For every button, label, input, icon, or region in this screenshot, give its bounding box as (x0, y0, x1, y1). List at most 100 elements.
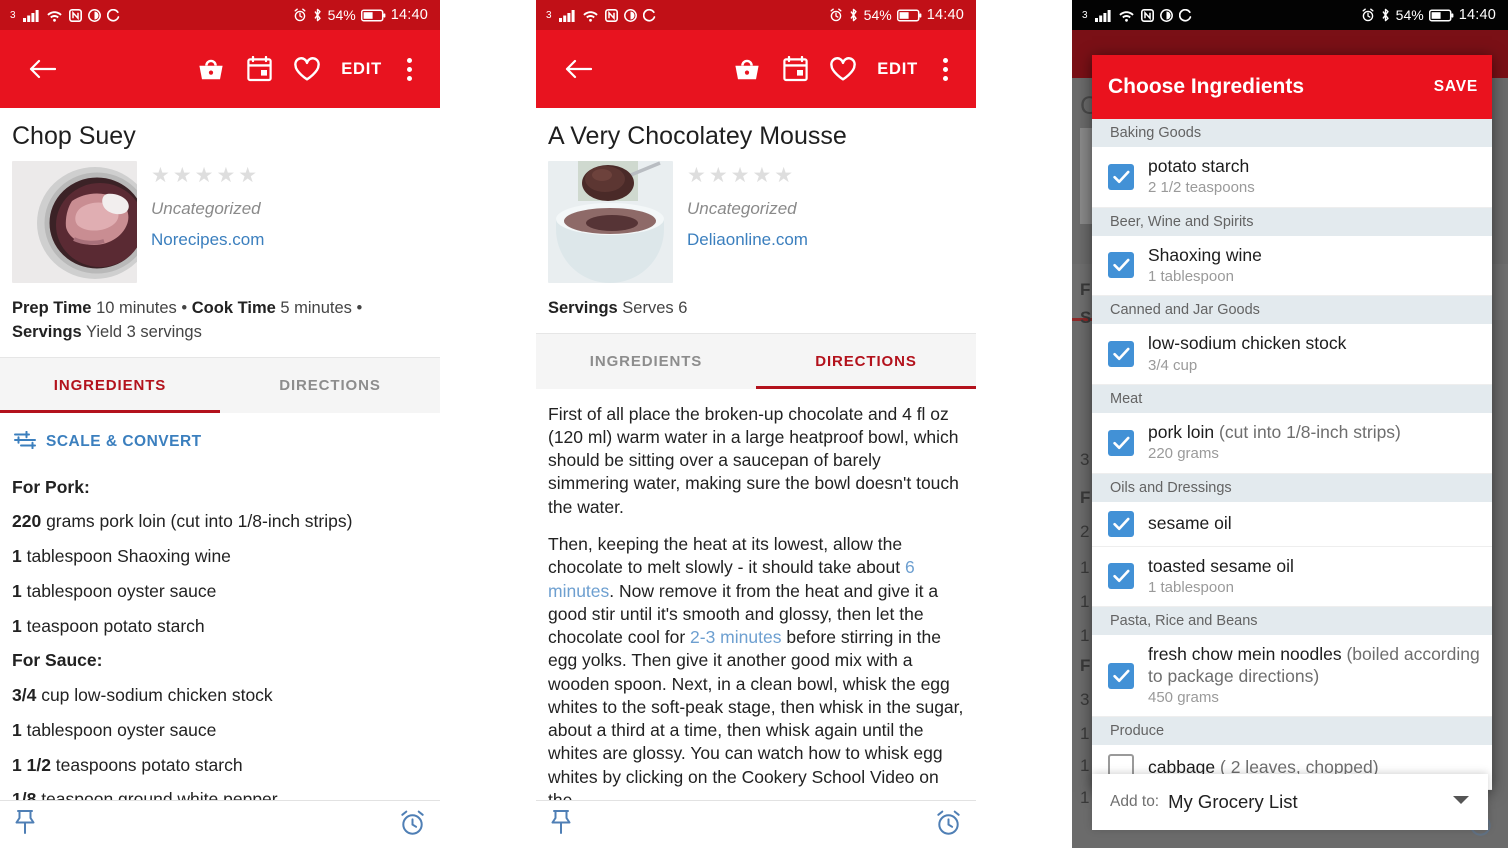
ingredient-checkbox-row[interactable]: Shaoxing wine 1 tablespoon (1092, 235, 1492, 297)
category-header: Pasta, Rice and Beans (1092, 607, 1492, 636)
category-header: Beer, Wine and Spirits (1092, 207, 1492, 236)
prep-time-text: 10 minutes (96, 298, 177, 317)
panel-gap-2 (976, 0, 1072, 848)
save-button[interactable]: SAVE (1434, 78, 1478, 96)
ingredient-item: 1 tablespoon oyster sauce (12, 574, 428, 609)
overflow-menu-icon[interactable] (392, 45, 426, 93)
recipe-content: Chop Suey ★★★★★ Uncategorized Norecipes.… (0, 108, 440, 818)
recipe-thumbnail-chop-suey[interactable] (12, 160, 137, 283)
checkbox-checked-icon[interactable] (1108, 510, 1134, 537)
recipe-hero: ★★★★★ Uncategorized Norecipes.com (0, 160, 440, 283)
page-title: A Very Chocolatey Mousse (548, 122, 847, 150)
direction-text: First of all place the broken-up chocola… (548, 403, 959, 517)
ingredient-checkbox-row[interactable]: low-sodium chicken stock 3/4 cup (1092, 324, 1492, 385)
cook-time-text: 5 minutes (280, 298, 352, 317)
app-bar-2: EDIT (536, 30, 976, 108)
ingredient-name: Shaoxing wine (1148, 244, 1262, 265)
edit-button[interactable]: EDIT (867, 60, 928, 79)
background-text-2: S (1080, 308, 1092, 327)
background-text-8: 1 (1080, 626, 1090, 645)
dialog-title-bar: Choose Ingredients SAVE (1092, 55, 1492, 119)
ingredient-checklist[interactable]: Baking Goods potato starch 2 1/2 teaspoons… (1092, 119, 1492, 790)
status-bar-3: 3 54% 14:40 (1072, 0, 1508, 30)
edit-button[interactable]: EDIT (331, 60, 392, 79)
background-text-1: F (1080, 280, 1091, 299)
rating-stars[interactable]: ★★★★★ (687, 165, 808, 186)
recipe-meta: ★★★★★ Uncategorized Norecipes.com (151, 161, 264, 283)
calendar-icon[interactable] (235, 45, 283, 93)
background-text-3: 3 (1080, 450, 1090, 469)
shopping-basket-icon[interactable] (187, 45, 235, 93)
ingredient-text-block: pork loin (cut into 1/8-inch strips) 220 … (1148, 422, 1401, 464)
data-saver-icon (623, 8, 637, 22)
ingredient-checkbox-row[interactable]: toasted sesame oil 1 tablespoon (1092, 546, 1492, 608)
tune-sliders-icon (14, 430, 36, 454)
category-header: Canned and Jar Goods (1092, 296, 1492, 325)
background-text-13: 1 (1080, 788, 1090, 807)
ingredient-text: tablespoon Shaoxing wine (21, 546, 231, 567)
overflow-menu-icon[interactable] (928, 45, 962, 93)
checkbox-checked-icon[interactable] (1108, 341, 1134, 368)
cook-time-label: Cook Time (191, 298, 276, 317)
rotate-icon (1178, 8, 1192, 22)
ingredient-checkbox-row[interactable]: pork loin (cut into 1/8-inch strips) 220 … (1092, 412, 1492, 474)
alarm-clock-icon[interactable] (399, 809, 426, 841)
pin-icon[interactable] (14, 809, 36, 840)
data-saver-icon (87, 8, 101, 22)
checkbox-checked-icon[interactable] (1108, 163, 1134, 190)
background-text-5: 2 (1080, 522, 1090, 541)
ingredient-checkbox-row[interactable]: sesame oil (1092, 501, 1492, 547)
battery-percent: 54% (327, 7, 356, 23)
pin-icon[interactable] (550, 809, 572, 840)
tab-directions[interactable]: DIRECTIONS (756, 334, 976, 389)
ingredient-checkbox-row[interactable]: potato starch 2 1/2 teaspoons (1092, 147, 1492, 208)
back-arrow-icon[interactable] (554, 45, 602, 93)
status-bar-2: 3 54% 14:40 (536, 0, 976, 30)
recipe-tabs-2: INGREDIENTS DIRECTIONS (536, 332, 976, 389)
ingredient-note: (boiled according to package directions) (1148, 644, 1480, 686)
ingredient-amount: 1 (12, 546, 22, 567)
alarm-icon (293, 8, 307, 22)
scale-and-convert-button[interactable]: SCALE & CONVERT (0, 413, 440, 462)
signal-bars-icon (558, 9, 576, 22)
phone-screen-recipe-ingredients: 3 54% 14:40 EDIT Chop Suey ★★★★★ Uncateg… (0, 0, 440, 848)
checkbox-checked-icon[interactable] (1108, 662, 1134, 689)
alarm-clock-icon[interactable] (935, 809, 962, 841)
ingredient-amount: 1 tablespoon (1148, 267, 1234, 285)
duration-link[interactable]: 2-3 minutes (690, 627, 781, 647)
battery-icon (896, 9, 922, 22)
recipe-source-link[interactable]: Deliaonline.com (687, 230, 808, 250)
background-text-11: 1 (1080, 724, 1090, 743)
tab-directions[interactable]: DIRECTIONS (220, 358, 440, 413)
calendar-icon[interactable] (771, 45, 819, 93)
recipe-source-link[interactable]: Norecipes.com (151, 230, 264, 250)
signal-bars-icon (1094, 9, 1112, 22)
checkbox-checked-icon[interactable] (1108, 563, 1134, 590)
ingredient-text-block: Shaoxing wine 1 tablespoon (1148, 245, 1262, 287)
checkbox-checked-icon[interactable] (1108, 429, 1134, 456)
rating-stars[interactable]: ★★★★★ (151, 165, 264, 186)
ingredient-amount: 1 1/2 (12, 754, 51, 775)
favorite-heart-icon[interactable] (283, 45, 331, 93)
ingredient-amount: 220 grams (1148, 445, 1219, 463)
signal-label-3: 3 (1082, 9, 1088, 21)
shopping-basket-icon[interactable] (723, 45, 771, 93)
favorite-heart-icon[interactable] (819, 45, 867, 93)
status-bar: 3 54% 14:40 (0, 0, 440, 30)
ingredient-text-block: toasted sesame oil 1 tablespoon (1148, 556, 1294, 598)
data-saver-icon (1159, 8, 1173, 22)
add-to-list-row[interactable]: Add to: My Grocery List (1092, 774, 1488, 830)
prep-time-label: Prep Time (12, 298, 92, 317)
ingredient-amount: 1 (12, 580, 22, 601)
tab-ingredients[interactable]: INGREDIENTS (536, 334, 756, 389)
tab-ingredients[interactable]: INGREDIENTS (0, 358, 220, 413)
clock-time-3: 14:40 (1458, 7, 1496, 23)
recipe-tabs: INGREDIENTS DIRECTIONS (0, 356, 440, 413)
ingredient-group-heading: For Pork: (12, 476, 90, 497)
back-arrow-icon[interactable] (18, 45, 66, 93)
recipe-thumbnail-mousse[interactable] (548, 160, 673, 283)
ingredient-checkbox-row[interactable]: fresh chow mein noodles (boiled accordin… (1092, 635, 1492, 718)
chevron-down-icon[interactable] (1452, 793, 1470, 811)
ingredient-name: fresh chow mein noodles (boiled accordin… (1148, 644, 1480, 686)
checkbox-checked-icon[interactable] (1108, 252, 1134, 279)
